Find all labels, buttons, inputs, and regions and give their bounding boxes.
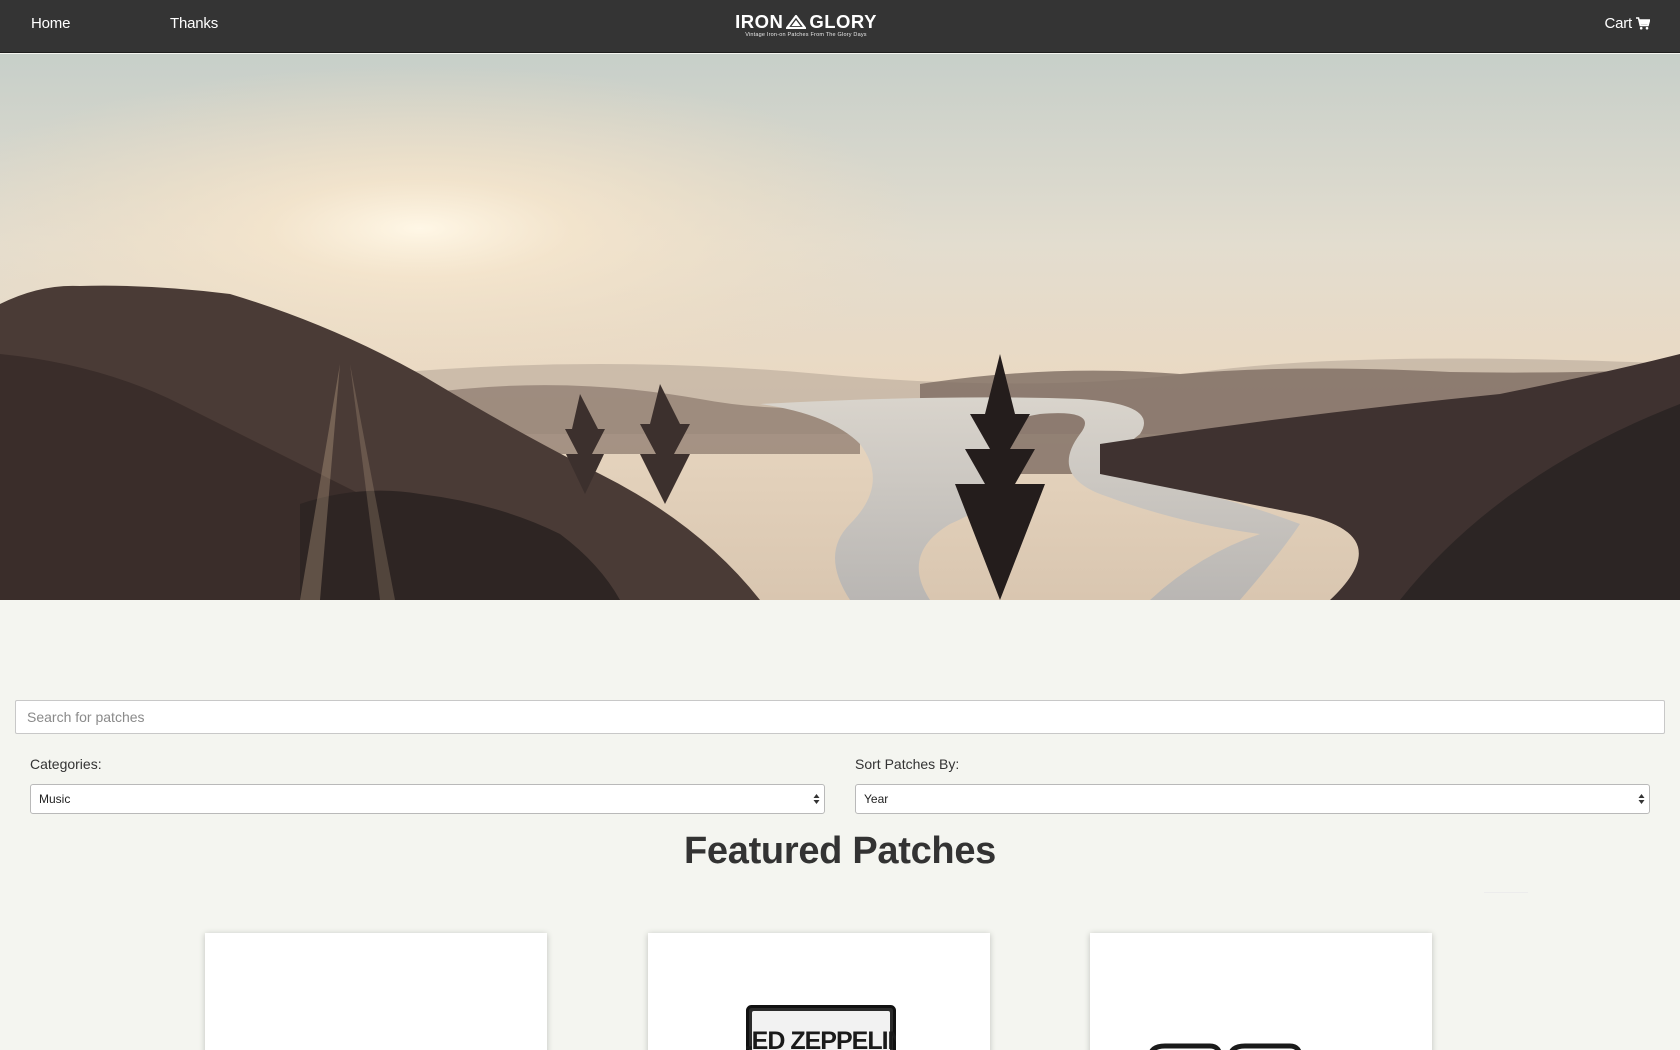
product-card[interactable]	[1090, 933, 1432, 1050]
divider	[1484, 892, 1528, 893]
nav-thanks-link[interactable]: Thanks	[170, 15, 218, 32]
product-card[interactable]: LED ZEPPELIN	[648, 933, 990, 1050]
led-zeppelin-patch-icon: LED ZEPPELIN	[746, 1005, 896, 1050]
nav-cart-link[interactable]: Cart	[1604, 15, 1650, 32]
logo-tagline: Vintage Iron-on Patches From The Glory D…	[745, 32, 867, 38]
categories-selected-value: Music	[39, 792, 71, 806]
nav-home-link[interactable]: Home	[31, 15, 70, 32]
top-navbar: Home Thanks IRON GLORY Vintage Iron-on P…	[0, 0, 1680, 53]
round-patch-icon	[310, 1043, 370, 1050]
logo-word-right: GLORY	[809, 11, 877, 32]
patch-text: LED ZEPPELIN	[746, 1027, 896, 1050]
sort-label: Sort Patches By:	[855, 756, 960, 772]
featured-patches-heading: Featured Patches	[684, 830, 996, 872]
sort-select[interactable]: Year	[855, 784, 1650, 814]
mountain-triangle-icon	[786, 14, 807, 29]
sort-selected-value: Year	[864, 792, 889, 806]
sunglasses-patch-icon	[1149, 1043, 1302, 1050]
cart-label: Cart	[1604, 15, 1632, 32]
product-card[interactable]	[205, 933, 547, 1050]
logo-word-left: IRON	[735, 11, 784, 32]
categories-select[interactable]: Music	[30, 784, 825, 814]
search-input[interactable]	[15, 700, 1665, 734]
site-logo[interactable]: IRON GLORY Vintage Iron-on Patches From …	[730, 12, 882, 42]
select-arrows-icon	[813, 794, 820, 804]
shopping-cart-icon	[1636, 17, 1650, 30]
select-arrows-icon	[1638, 794, 1645, 804]
categories-label: Categories:	[30, 756, 102, 772]
hero-landscape-image	[0, 54, 1680, 600]
